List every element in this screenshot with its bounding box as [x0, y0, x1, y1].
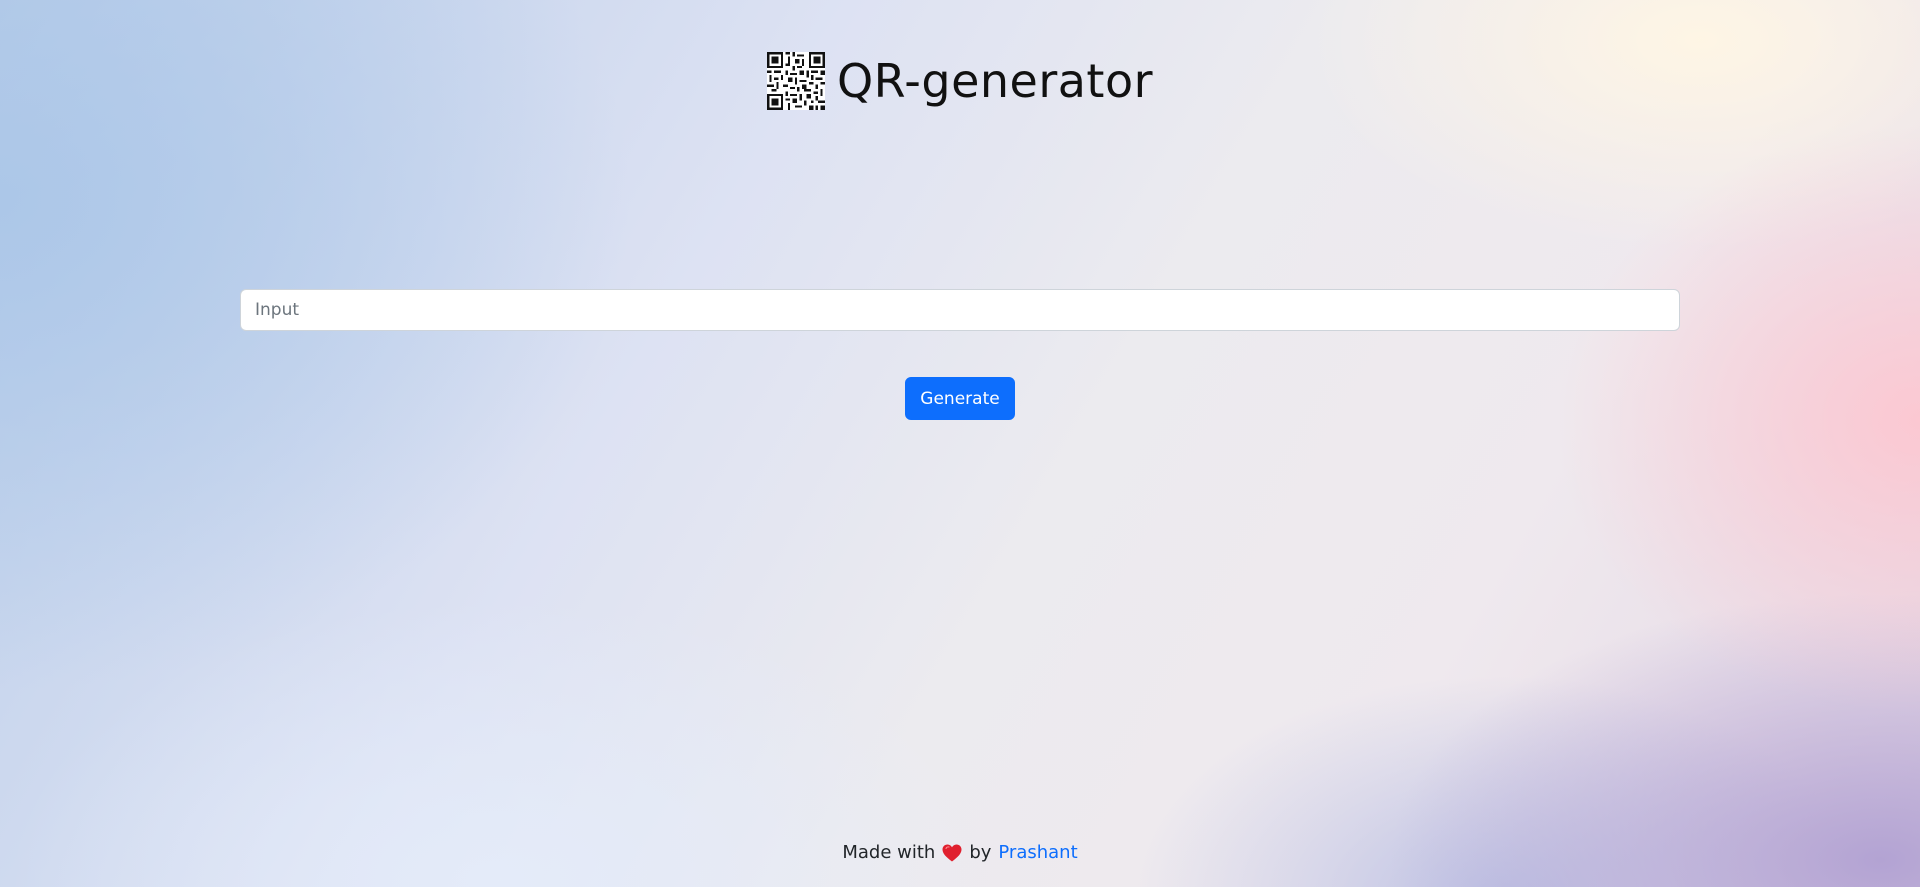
- page-title: QR-generator: [836, 54, 1154, 108]
- qr-code-icon: [766, 52, 825, 110]
- qr-text-input[interactable]: [240, 289, 1680, 331]
- page-header: QR-generator: [0, 52, 1920, 110]
- author-link[interactable]: Prashant: [998, 842, 1077, 863]
- footer-by: by: [969, 842, 992, 863]
- heart-icon: [942, 844, 962, 861]
- input-container: [240, 289, 1680, 331]
- page-footer: Made with by Prashant: [0, 842, 1920, 863]
- footer-made-with: Made with: [842, 842, 936, 863]
- button-container: Generate: [0, 377, 1920, 420]
- generate-button[interactable]: Generate: [905, 377, 1015, 420]
